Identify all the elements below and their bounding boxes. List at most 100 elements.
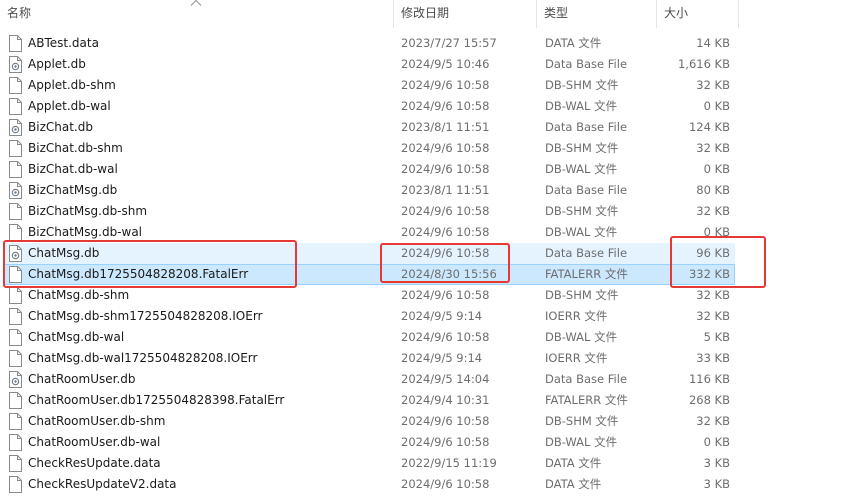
file-type: DATA 文件 (545, 36, 602, 50)
file-row[interactable]: ChatMsg.db-shm1725504828208.IOErr 2024/9/… (0, 306, 850, 327)
column-header-type[interactable]: 类型 (537, 0, 657, 28)
annotation-box-date (380, 243, 510, 283)
file-size: 32 KB (696, 288, 730, 302)
file-modified-date: 2022/9/15 11:19 (401, 456, 497, 470)
file-row[interactable]: CheckResUpdateV2.data 2024/9/6 10:58 DATA … (0, 474, 850, 495)
file-row[interactable]: ChatMsg.db-shm 2024/9/6 10:58 DB-SHM 文件 32 … (0, 285, 850, 306)
file-type: DB-SHM 文件 (545, 78, 619, 92)
file-icon (9, 413, 22, 430)
file-row[interactable]: Applet.db 2024/9/5 10:46 Data Base File 1,6… (0, 54, 850, 75)
file-modified-date: 2024/9/5 9:14 (401, 351, 483, 365)
database-file-icon (9, 182, 22, 199)
file-icon (9, 35, 22, 52)
file-modified-date: 2024/9/6 10:58 (401, 78, 490, 92)
file-name: BizChat.db-wal (28, 162, 118, 176)
file-name: Applet.db (28, 57, 86, 71)
file-modified-date: 2024/9/5 10:46 (401, 57, 490, 71)
file-name: ChatMsg.db-wal (28, 330, 125, 344)
annotation-box-name (3, 240, 297, 288)
database-file-icon (9, 56, 22, 73)
file-type: Data Base File (545, 57, 628, 71)
file-size: 124 KB (688, 120, 730, 134)
file-size: 268 KB (688, 393, 730, 407)
file-type: DB-SHM 文件 (545, 414, 619, 428)
file-type: DB-WAL 文件 (545, 435, 618, 449)
file-modified-date: 2024/9/6 10:58 (401, 141, 490, 155)
file-type: DB-WAL 文件 (545, 99, 618, 113)
file-name: BizChat.db-shm (28, 141, 123, 155)
file-type: Data Base File (545, 120, 628, 134)
file-type: FATALERR 文件 (545, 393, 628, 407)
file-name: BizChatMsg.db (28, 183, 118, 197)
file-row[interactable]: ChatRoomUser.db-wal 2024/9/6 10:58 DB-WAL … (0, 432, 850, 453)
file-row[interactable]: Applet.db-wal 2024/9/6 10:58 DB-WAL 文件 0 KB (0, 96, 850, 117)
file-icon (9, 77, 22, 94)
file-icon (9, 392, 22, 409)
file-modified-date: 2024/9/6 10:58 (401, 477, 490, 491)
file-row[interactable]: ChatRoomUser.db-shm 2024/9/6 10:58 DB-SHM … (0, 411, 850, 432)
file-name: CheckResUpdate.data (28, 456, 161, 470)
file-row[interactable]: ChatMsg.db-wal1725504828208.IOErr 2024/9/… (0, 348, 850, 369)
file-name: Applet.db-wal (28, 99, 111, 113)
file-modified-date: 2024/9/6 10:58 (401, 162, 490, 176)
column-header-date[interactable]: 修改日期 (394, 0, 537, 28)
file-modified-date: 2024/9/6 10:58 (401, 204, 490, 218)
file-name: BizChat.db (28, 120, 93, 134)
file-size: 14 KB (696, 36, 730, 50)
file-row[interactable]: BizChat.db-shm 2024/9/6 10:58 DB-SHM 文件 32 … (0, 138, 850, 159)
file-size: 33 KB (696, 351, 730, 365)
file-modified-date: 2024/9/5 14:04 (401, 372, 490, 386)
file-modified-date: 2023/8/1 11:51 (401, 120, 490, 134)
file-size: 32 KB (696, 204, 730, 218)
file-size: 32 KB (696, 309, 730, 323)
file-row[interactable]: ChatRoomUser.db 2024/9/5 14:04 Data Base F… (0, 369, 850, 390)
column-header-size[interactable]: 大小 (657, 0, 739, 28)
column-header-name-label: 名称 (7, 6, 32, 20)
file-name: ChatMsg.db-shm (28, 288, 130, 302)
file-modified-date: 2024/9/5 9:14 (401, 309, 483, 323)
file-size: 1,616 KB (677, 57, 730, 71)
file-icon (9, 455, 22, 472)
column-header-name[interactable]: 名称 (0, 0, 394, 28)
column-header-size-label: 大小 (664, 6, 689, 20)
file-size: 32 KB (696, 414, 730, 428)
file-row[interactable]: Applet.db-shm 2024/9/6 10:58 DB-SHM 文件 32 K… (0, 75, 850, 96)
file-row[interactable]: ABTest.data 2023/7/27 15:57 DATA 文件 14 KB (0, 33, 850, 54)
file-row[interactable]: BizChatMsg.db 2023/8/1 11:51 Data Base Fil… (0, 180, 850, 201)
file-modified-date: 2024/9/6 10:58 (401, 288, 490, 302)
file-size: 3 KB (703, 477, 730, 491)
file-type: DB-WAL 文件 (545, 330, 618, 344)
file-row[interactable]: BizChat.db 2023/8/1 11:51 Data Base File 12… (0, 117, 850, 138)
file-modified-date: 2023/8/1 11:51 (401, 183, 490, 197)
file-icon (9, 308, 22, 325)
file-name: ChatRoomUser.db1725504828398.FatalErr (28, 393, 285, 407)
file-type: DATA 文件 (545, 456, 602, 470)
column-header-type-label: 类型 (544, 6, 569, 20)
file-type: FATALERR 文件 (545, 267, 628, 281)
sort-ascending-icon (190, 0, 202, 6)
file-icon (9, 203, 22, 220)
file-name: ChatRoomUser.db-wal (28, 435, 161, 449)
file-type: IOERR 文件 (545, 351, 608, 365)
file-icon (9, 140, 22, 157)
file-type: DB-SHM 文件 (545, 204, 619, 218)
file-row[interactable]: CheckResUpdate.data 2022/9/15 11:19 DATA 文… (0, 453, 850, 474)
annotation-box-size (670, 236, 766, 288)
file-row[interactable]: BizChatMsg.db-shm 2024/9/6 10:58 DB-SHM 文件… (0, 201, 850, 222)
file-icon (9, 287, 22, 304)
database-file-icon (9, 119, 22, 136)
file-modified-date: 2024/9/4 10:31 (401, 393, 490, 407)
file-size: 3 KB (703, 456, 730, 470)
file-row[interactable]: BizChat.db-wal 2024/9/6 10:58 DB-WAL 文件 0 K… (0, 159, 850, 180)
file-size: 32 KB (696, 141, 730, 155)
file-name: ChatMsg.db-wal1725504828208.IOErr (28, 351, 258, 365)
file-name: Applet.db-shm (28, 78, 116, 92)
file-row[interactable]: ChatMsg.db-wal 2024/9/6 10:58 DB-WAL 文件 5 K… (0, 327, 850, 348)
file-type: Data Base File (545, 183, 628, 197)
file-modified-date: 2024/9/6 10:58 (401, 414, 490, 428)
file-name: CheckResUpdateV2.data (28, 477, 177, 491)
file-size: 0 KB (703, 99, 730, 113)
file-modified-date: 2024/9/6 10:58 (401, 99, 490, 113)
file-type: DB-SHM 文件 (545, 141, 619, 155)
file-row[interactable]: ChatRoomUser.db1725504828398.FatalErr 202… (0, 390, 850, 411)
